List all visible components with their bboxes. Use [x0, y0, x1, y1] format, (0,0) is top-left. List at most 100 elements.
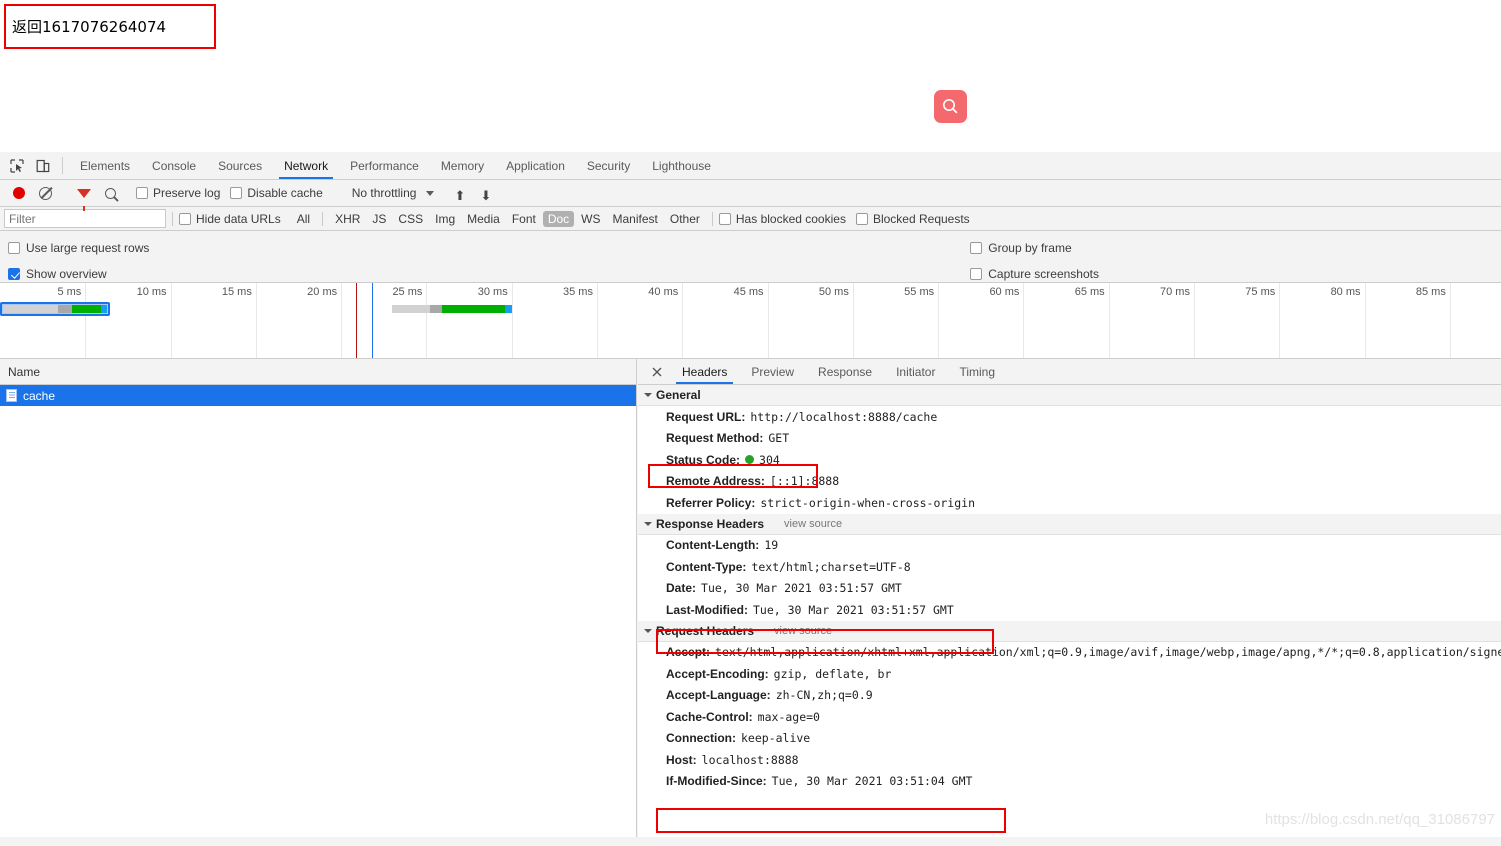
view-source-link[interactable]: view source — [784, 518, 842, 530]
section-general-header[interactable]: General — [638, 385, 1501, 406]
overview-tick-label: 15 ms — [221, 286, 252, 298]
inspect-element-button[interactable] — [4, 152, 30, 179]
overview-gridline — [938, 283, 940, 358]
header-key: Referrer Policy: — [666, 495, 756, 510]
close-icon — [652, 367, 662, 376]
overview-tick-label: 30 ms — [477, 286, 508, 298]
header-key: Accept-Encoding: — [666, 666, 769, 681]
section-response-headers-header[interactable]: Response Headers view source — [638, 513, 1501, 535]
chevron-down-icon — [644, 393, 652, 397]
use-large-request-rows-checkbox[interactable]: Use large request rows — [8, 235, 149, 261]
filter-icon — [77, 188, 91, 211]
header-key: Request Method: — [666, 431, 764, 446]
filter-type-css[interactable]: CSS — [393, 211, 428, 227]
view-source-link[interactable]: view source — [774, 625, 832, 637]
search-icon — [943, 99, 958, 114]
header-row: Remote Address: [::1]:8888 — [638, 471, 1501, 493]
has-blocked-cookies-checkbox[interactable]: Has blocked cookies — [718, 211, 846, 226]
tab-performance[interactable]: Performance — [339, 152, 430, 179]
overview-gridline — [255, 283, 257, 358]
network-settings-pane: Use large request rows Show overview Gro… — [0, 231, 1501, 283]
filter-type-font[interactable]: Font — [507, 211, 541, 227]
filter-type-js[interactable]: JS — [367, 211, 391, 227]
tab-network[interactable]: Network — [273, 152, 339, 179]
clear-icon — [38, 186, 52, 200]
overview-gridline — [1193, 283, 1195, 358]
tab-preview[interactable]: Preview — [739, 359, 806, 384]
tab-security[interactable]: Security — [576, 152, 641, 179]
header-value: keep-alive — [741, 731, 811, 746]
toggle-device-toolbar-button[interactable] — [30, 152, 56, 179]
throttling-dropdown[interactable]: No throttling — [346, 186, 435, 200]
header-key: Date: — [666, 581, 697, 596]
inspect-cursor-icon — [10, 158, 24, 173]
filter-type-all[interactable]: All — [292, 211, 315, 227]
filter-type-img[interactable]: Img — [430, 211, 460, 227]
browser-page-viewport: 返回1617076264074 — [0, 0, 1501, 152]
filter-type-ws[interactable]: WS — [576, 211, 605, 227]
blocked-requests-checkbox[interactable]: Blocked Requests — [855, 212, 970, 226]
header-value: text/html;charset=UTF-8 — [751, 559, 911, 574]
header-key: Request URL: — [666, 409, 746, 424]
disable-cache-checkbox[interactable]: Disable cache — [230, 186, 323, 200]
preserve-log-checkbox[interactable]: Preserve log — [136, 186, 220, 200]
group-by-frame-box — [970, 242, 983, 254]
has-blocked-cookies-label: Has blocked cookies — [735, 211, 846, 226]
blocked-requests-box — [855, 212, 868, 225]
search-toggle-button[interactable] — [97, 187, 123, 199]
overview-gridline — [1279, 283, 1281, 358]
overview-tick-label: 50 ms — [818, 286, 849, 298]
tab-lighthouse[interactable]: Lighthouse — [641, 152, 722, 179]
tab-response[interactable]: Response — [806, 359, 884, 384]
header-key: Connection: — [666, 731, 736, 746]
filter-input[interactable] — [4, 209, 166, 228]
clear-button[interactable] — [32, 186, 58, 200]
header-value: Tue, 30 Mar 2021 03:51:57 GMT — [701, 581, 902, 596]
header-row: Accept-Language: zh-CN,zh;q=0.9 — [638, 685, 1501, 707]
show-overview-box — [8, 268, 20, 280]
tab-memory[interactable]: Memory — [430, 152, 495, 179]
export-har-button[interactable] — [473, 187, 499, 200]
tab-sources[interactable]: Sources — [207, 152, 273, 179]
disable-cache-label: Disable cache — [247, 186, 323, 200]
table-row[interactable]: cache — [0, 385, 636, 406]
hide-data-urls-checkbox[interactable]: Hide data URLs — [179, 212, 281, 226]
requests-column-header[interactable]: Name — [0, 359, 636, 385]
overview-gridline — [511, 283, 513, 358]
section-request-headers-header[interactable]: Request Headers view source — [638, 620, 1501, 642]
filter-divider-2 — [322, 211, 324, 226]
tab-console[interactable]: Console — [141, 152, 207, 179]
network-overview-timeline[interactable]: 5 ms 10 ms 15 ms 20 ms 25 ms 30 ms 35 ms 40 ms 4… — [0, 283, 1501, 359]
overview-tick-label: 45 ms — [733, 286, 764, 298]
group-by-frame-checkbox[interactable]: Group by frame — [970, 235, 1099, 261]
overview-gridline — [682, 283, 684, 358]
column-header-name: Name — [8, 364, 41, 379]
filter-type-manifest[interactable]: Manifest — [608, 211, 663, 227]
chevron-down-icon — [644, 628, 652, 633]
tab-headers[interactable]: Headers — [670, 359, 739, 384]
request-details-pane: Headers Preview Response Initiator Timin… — [638, 359, 1501, 837]
overview-tick-label: 65 ms — [1074, 286, 1105, 298]
section-general-rows: Request URL: http://localhost:8888/cache… — [638, 406, 1501, 514]
filter-type-doc[interactable]: Doc — [542, 210, 575, 227]
section-request-headers-title: Request Headers — [656, 623, 755, 638]
search-button[interactable] — [934, 90, 967, 123]
import-har-button[interactable] — [447, 187, 473, 200]
overview-gridline — [85, 283, 87, 358]
tab-initiator[interactable]: Initiator — [884, 359, 947, 384]
close-details-button[interactable] — [644, 359, 670, 384]
filter-type-other[interactable]: Other — [665, 211, 705, 227]
tab-timing[interactable]: Timing — [947, 359, 1007, 384]
section-request-headers-rows: Accept: text/html,application/xhtml+xml,… — [638, 642, 1501, 793]
tab-elements[interactable]: Elements — [69, 152, 141, 179]
preserve-log-box — [136, 187, 148, 199]
tab-application[interactable]: Application — [495, 152, 576, 179]
header-row-last-modified: Last-Modified: Tue, 30 Mar 2021 03:51:57… — [638, 599, 1501, 621]
overview-request-bar[interactable] — [0, 305, 1501, 313]
filter-type-xhr[interactable]: XHR — [330, 211, 365, 227]
filter-toggle-button[interactable] — [71, 188, 97, 211]
record-button[interactable] — [6, 187, 32, 199]
overview-tick-label: 25 ms — [392, 286, 423, 298]
header-value: Tue, 30 Mar 2021 03:51:04 GMT — [771, 774, 973, 789]
filter-type-media[interactable]: Media — [462, 211, 505, 227]
